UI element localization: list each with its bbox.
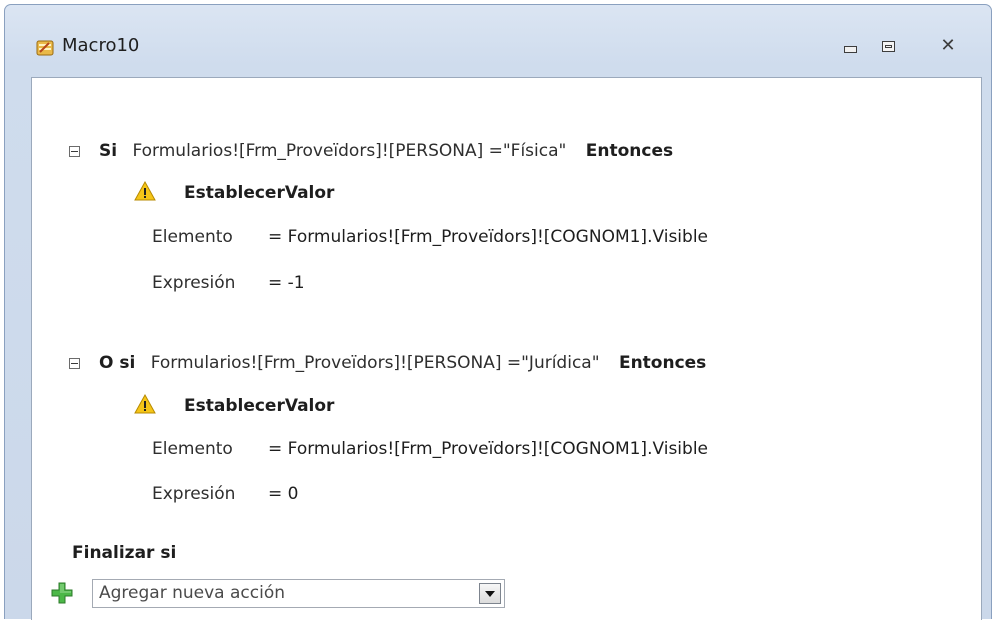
argument-value[interactable]: = Formularios![Frm_Proveïdors]![COGNOM1]… (268, 226, 708, 248)
if-keyword: Si (99, 141, 118, 161)
then-keyword: Entonces (585, 141, 674, 161)
chevron-down-icon (485, 590, 495, 597)
minimize-button[interactable] (837, 36, 863, 56)
end-if-label[interactable]: Finalizar si (72, 542, 176, 564)
dropdown-button[interactable] (479, 583, 501, 604)
add-new-action-combo[interactable]: Agregar nueva acción (92, 579, 505, 608)
argument-row[interactable]: Expresión (152, 272, 235, 294)
else-if-keyword: O si (99, 353, 136, 373)
argument-label: Expresión (152, 484, 236, 504)
restore-button[interactable] (875, 36, 901, 56)
close-icon: ✕ (940, 35, 956, 56)
argument-value[interactable]: = -1 (268, 272, 305, 294)
if-condition[interactable]: Formularios![Frm_Proveïdors]![PERSONA] =… (132, 141, 566, 161)
argument-row[interactable]: Expresión (152, 483, 235, 505)
else-if-block-header[interactable]: O si Formularios![Frm_Proveïdors]![PERSO… (99, 352, 706, 374)
macro-scroll-icon (36, 40, 54, 56)
else-if-condition[interactable]: Formularios![Frm_Proveïdors]![PERSONA] =… (151, 353, 600, 373)
argument-label: Elemento (152, 227, 233, 247)
argument-row[interactable]: Elemento (152, 226, 233, 248)
action-name[interactable]: EstablecerValor (184, 395, 334, 417)
argument-label: Elemento (152, 439, 233, 459)
if-block-header[interactable]: Si Formularios![Frm_Proveïdors]![PERSONA… (99, 140, 673, 162)
action-name[interactable]: EstablecerValor (184, 182, 334, 204)
title-bar[interactable]: Macro10 ✕ (5, 5, 991, 79)
argument-value[interactable]: = Formularios![Frm_Proveïdors]![COGNOM1]… (268, 438, 708, 460)
macro-editor-pane: Si Formularios![Frm_Proveïdors]![PERSONA… (31, 77, 982, 620)
argument-row[interactable]: Elemento (152, 438, 233, 460)
collapse-toggle-else-if[interactable] (69, 358, 80, 369)
warning-icon (134, 181, 156, 201)
restore-icon (881, 40, 895, 52)
add-new-action-text[interactable]: Agregar nueva acción (99, 583, 285, 603)
close-button[interactable]: ✕ (935, 36, 961, 56)
argument-label: Expresión (152, 273, 236, 293)
collapse-toggle-if[interactable] (69, 146, 80, 157)
then-keyword: Entonces (618, 353, 707, 373)
window-title: Macro10 (62, 35, 140, 56)
argument-value[interactable]: = 0 (268, 483, 298, 505)
green-plus-icon[interactable] (51, 582, 73, 604)
macro-window: Macro10 ✕ Si Formularios![Frm_Proveïdors… (4, 4, 992, 620)
warning-icon (134, 394, 156, 414)
minimize-icon (843, 45, 857, 53)
